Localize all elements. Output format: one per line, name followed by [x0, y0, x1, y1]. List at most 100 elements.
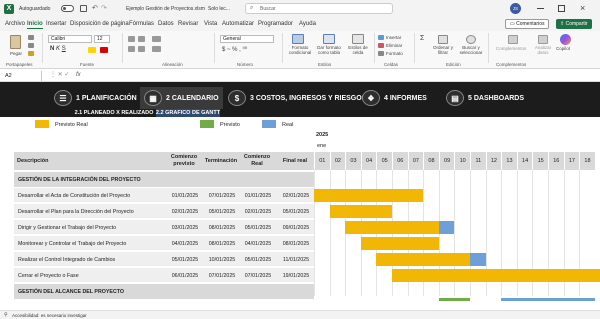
merge-icon[interactable]: [152, 46, 161, 52]
number-format-select[interactable]: General: [220, 35, 274, 43]
paste-icon[interactable]: [10, 35, 21, 49]
end-date: 10/01/2025: [208, 256, 236, 263]
font-name-select[interactable]: Calibri: [48, 35, 92, 43]
copilot-label[interactable]: Copilot: [556, 46, 570, 51]
subtab-planeado[interactable]: 2.1 PLANEADO X REALIZADO: [74, 109, 154, 117]
bold-icon[interactable]: N: [50, 46, 54, 52]
sort-filter-label[interactable]: Ordenar y filtrar: [432, 45, 454, 56]
menu-automatizar[interactable]: Automatizar: [222, 21, 254, 27]
fill-color-icon[interactable]: [88, 47, 96, 53]
search-box[interactable]: ⌕ Buscar: [245, 3, 393, 14]
menu-vista[interactable]: Vista: [204, 21, 217, 27]
gantt-bar-planned-actual: [329, 205, 392, 218]
cancel-formula-icon[interactable]: ⋮ ✕ ✓: [50, 71, 69, 78]
real-end-date: 09/01/2025: [282, 224, 310, 231]
insert-cells-label[interactable]: Insertar: [386, 35, 401, 40]
align-left-icon[interactable]: [128, 46, 135, 52]
font-size-value: 12: [97, 36, 103, 42]
align-middle-icon[interactable]: [138, 36, 145, 42]
menu-ayuda[interactable]: Ayuda: [299, 21, 316, 27]
avatar[interactable]: JS: [510, 3, 521, 14]
sort-filter-icon[interactable]: [438, 35, 448, 44]
share-button[interactable]: ⇧ Compartir: [556, 19, 592, 29]
copilot-icon[interactable]: [560, 34, 571, 45]
addins-icon[interactable]: [508, 35, 518, 44]
nav-tab-costos[interactable]: $ 3 COSTOS, INGRESOS Y RIESGOS: [228, 87, 366, 109]
table-format-icon[interactable]: [323, 34, 335, 44]
end-date: 08/01/2025: [208, 224, 236, 231]
gantt-bar-actual: [501, 298, 595, 301]
underline-icon[interactable]: S: [62, 46, 66, 52]
fx-icon[interactable]: fx: [76, 72, 81, 78]
start-date: 02/01/2025: [171, 208, 199, 215]
delete-cells-label[interactable]: Eliminar: [386, 43, 402, 48]
accessibility-icon[interactable]: ⚲: [4, 312, 8, 318]
delete-cells-icon[interactable]: [378, 43, 384, 48]
name-box[interactable]: A2: [2, 71, 42, 81]
menu-revisar[interactable]: Revisar: [178, 21, 198, 27]
analyze-data-label[interactable]: Analizar datos: [531, 45, 555, 56]
nav-tab-label: INFORMES: [389, 94, 427, 102]
end-date: 07/01/2025: [208, 192, 236, 199]
wrap-text-icon[interactable]: [152, 36, 161, 42]
accessibility-status[interactable]: Accesibilidad: es necesario investigar: [12, 313, 87, 318]
menu-archivo[interactable]: Archivo: [5, 21, 25, 27]
align-top-icon[interactable]: [128, 36, 135, 42]
cut-icon[interactable]: [28, 35, 34, 40]
font-color-icon[interactable]: [100, 47, 108, 53]
addins-label[interactable]: Complementos: [496, 46, 526, 51]
format-cells-icon[interactable]: [378, 51, 384, 56]
nav-tab-informes[interactable]: ❖ 4 INFORMES: [362, 87, 427, 109]
menu-datos[interactable]: Datos: [158, 21, 174, 27]
italic-icon[interactable]: K: [56, 46, 60, 52]
comments-button[interactable]: ▭ Comentarios: [505, 19, 550, 29]
subtab-gantt[interactable]: 2.2 GRAFICO DE GANTT: [156, 109, 220, 117]
menu-insertar[interactable]: Insertar: [46, 21, 66, 27]
cell-styles-icon[interactable]: [352, 34, 364, 44]
day-header: 13: [501, 152, 517, 170]
table-format-label[interactable]: Dar formato como tabla: [314, 45, 344, 56]
undo-icon[interactable]: ↶: [92, 4, 98, 12]
conditional-format-label[interactable]: Formato condicional: [286, 45, 314, 56]
excel-logo-icon: X: [4, 4, 14, 14]
close-button[interactable]: ×: [580, 3, 585, 13]
nav-tab-planificacion[interactable]: ☰ 1 PLANIFICACIÓN: [54, 87, 137, 109]
minimize-button[interactable]: [537, 8, 544, 9]
menu-inicio[interactable]: Inicio: [27, 21, 43, 29]
save-icon[interactable]: [80, 5, 87, 12]
cell-styles-label[interactable]: Estilos de celda: [346, 45, 370, 56]
font-style-buttons[interactable]: N K S: [50, 46, 66, 52]
header-description-text: Descripción: [17, 157, 49, 164]
redo-icon[interactable]: ↷: [101, 4, 107, 12]
day-header: 16: [548, 152, 564, 170]
search-input[interactable]: Buscar: [260, 6, 276, 12]
find-select-icon[interactable]: [466, 35, 476, 44]
format-cells-label[interactable]: Formato: [386, 51, 403, 56]
currency-icon[interactable]: $ ~ % , ⁰⁰: [222, 46, 247, 53]
real-start-date: 05/01/2025: [244, 256, 272, 263]
format-painter-icon[interactable]: [28, 51, 34, 56]
maximize-button[interactable]: [558, 5, 565, 12]
nav-tab-dashboards[interactable]: ▤ 5 DASHBOARDS: [446, 87, 524, 109]
autosave-toggle[interactable]: [61, 5, 74, 12]
real-start-date: 04/01/2025: [244, 240, 272, 247]
align-center-icon[interactable]: [138, 46, 145, 52]
formula-input[interactable]: [88, 71, 588, 81]
menu-disposicion[interactable]: Disposición de página: [70, 21, 129, 27]
conditional-format-icon[interactable]: [292, 34, 304, 44]
menu-programador[interactable]: Programador: [258, 21, 293, 27]
analyze-data-icon[interactable]: [538, 35, 548, 44]
nav-tab-calendario[interactable]: ▦ 2 CALENDARIO: [140, 87, 223, 109]
copy-icon[interactable]: [28, 43, 34, 48]
menu-formulas[interactable]: Fórmulas: [129, 21, 154, 27]
start-date: 04/01/2025: [171, 240, 199, 247]
end-date: 08/01/2025: [208, 240, 236, 247]
autosum-icon[interactable]: Σ: [420, 35, 424, 42]
calendar-icon: ▦: [144, 90, 162, 106]
group-alignment: Alineación: [162, 62, 183, 67]
task-description: Dirigir y Gestionar el Trabajo del Proye…: [18, 224, 117, 231]
insert-cells-icon[interactable]: [378, 35, 384, 40]
ribbon: Pegar Portapapeles Calibri 12 N K S Fuen…: [0, 31, 600, 69]
font-size-select[interactable]: 12: [94, 35, 110, 43]
find-select-label[interactable]: Buscar y seleccionar: [458, 45, 484, 56]
